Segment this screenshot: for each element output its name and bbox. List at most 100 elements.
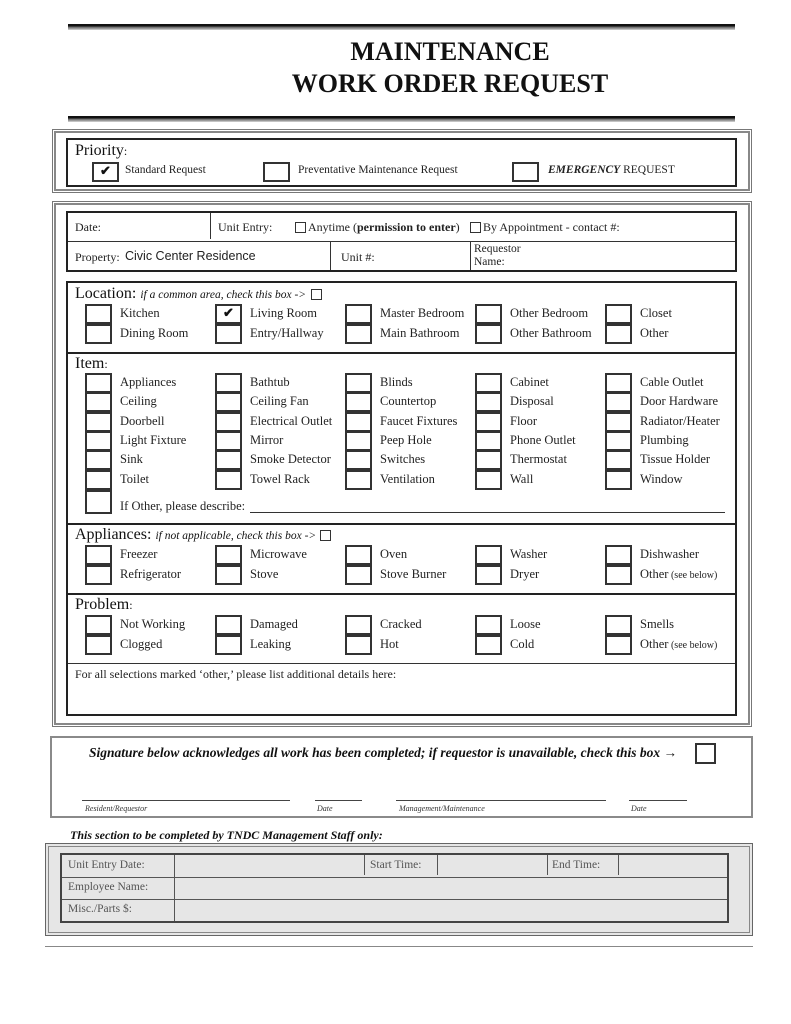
item-blinds-checkbox[interactable] <box>345 373 372 393</box>
preventative-maintenance-label: Preventative Maintenance Request <box>298 164 458 176</box>
management-signature-line[interactable] <box>396 800 606 801</box>
problem-smells-checkbox[interactable] <box>605 615 632 635</box>
additional-details-input[interactable] <box>70 683 733 712</box>
appliance-oven-label: Oven <box>380 547 408 561</box>
item-window-checkbox[interactable] <box>605 469 632 490</box>
item-toilet-checkbox[interactable] <box>85 469 112 490</box>
appliance-stove-burner-checkbox[interactable] <box>345 564 372 585</box>
appliances-not-applicable-checkbox[interactable] <box>320 530 331 541</box>
requestor-unavailable-checkbox[interactable] <box>695 743 716 764</box>
appliance-refrigerator-checkbox[interactable] <box>85 564 112 585</box>
problem-loose-checkbox[interactable] <box>475 615 502 635</box>
location-main-bathroom-label: Main Bathroom <box>380 325 460 340</box>
standard-request-checkbox[interactable]: ✔ <box>92 162 119 182</box>
unit-number-label: Unit #: <box>341 250 375 264</box>
management-date-line[interactable] <box>629 800 687 801</box>
item-peep-hole-checkbox[interactable] <box>345 430 372 451</box>
item-other-checkbox[interactable] <box>85 490 112 514</box>
problem-leaking-checkbox[interactable] <box>215 634 242 655</box>
item-faucet-fixtures-checkbox[interactable] <box>345 411 372 432</box>
emergency-request-checkbox[interactable] <box>512 162 539 182</box>
location-closet-checkbox[interactable] <box>605 304 632 324</box>
item-sink-label: Sink <box>120 452 143 467</box>
location-entry-hallway-checkbox[interactable] <box>215 323 242 344</box>
item-thermostat-checkbox[interactable] <box>475 450 502 471</box>
item-electrical-outlet-checkbox[interactable] <box>215 411 242 432</box>
item-door-hardware-checkbox[interactable] <box>605 392 632 413</box>
item-wall-checkbox[interactable] <box>475 469 502 490</box>
management-table: Unit Entry Date: Start Time: End Time: E… <box>60 853 729 923</box>
item-bathtub-checkbox[interactable] <box>215 373 242 393</box>
appliance-stove-checkbox[interactable] <box>215 564 242 585</box>
item-mirror-checkbox[interactable] <box>215 430 242 451</box>
location-living-room-checkbox[interactable]: ✔ <box>215 304 242 324</box>
item-toilet-label: Toilet <box>120 471 149 486</box>
location-dining-room-checkbox[interactable] <box>85 323 112 344</box>
common-area-checkbox[interactable] <box>311 289 322 300</box>
problem-clogged-checkbox[interactable] <box>85 634 112 655</box>
item-switches-checkbox[interactable] <box>345 450 372 471</box>
location-main-bathroom-checkbox[interactable] <box>345 323 372 344</box>
appliance-dishwasher-checkbox[interactable] <box>605 545 632 565</box>
misc-parts-input[interactable] <box>175 900 727 921</box>
item-sink-checkbox[interactable] <box>85 450 112 471</box>
appliance-oven-checkbox[interactable] <box>345 545 372 565</box>
resident-date-line[interactable] <box>315 800 362 801</box>
problem-other-checkbox[interactable] <box>605 634 632 655</box>
item-ceiling-fan-checkbox[interactable] <box>215 392 242 413</box>
appliance-other-checkbox[interactable] <box>605 564 632 585</box>
appliance-dishwasher-label: Dishwasher <box>640 547 700 561</box>
appliance-dryer-checkbox[interactable] <box>475 564 502 585</box>
location-dining-room-label: Dining Room <box>120 325 189 340</box>
item-ventilation-checkbox[interactable] <box>345 469 372 490</box>
item-tissue-holder-checkbox[interactable] <box>605 450 632 471</box>
employee-name-input[interactable] <box>175 878 727 899</box>
problem-cracked-checkbox[interactable] <box>345 615 372 635</box>
problem-hot-checkbox[interactable] <box>345 634 372 655</box>
property-value[interactable]: Civic Center Residence <box>125 249 256 263</box>
location-other-checkbox[interactable] <box>605 323 632 344</box>
by-appointment-checkbox[interactable] <box>470 222 481 233</box>
item-cabinet-checkbox[interactable] <box>475 373 502 393</box>
problem-cold-checkbox[interactable] <box>475 634 502 655</box>
appliance-microwave-checkbox[interactable] <box>215 545 242 565</box>
unit-entry-date-input[interactable] <box>175 855 364 877</box>
appliance-washer-checkbox[interactable] <box>475 545 502 565</box>
location-other-bedroom-checkbox[interactable] <box>475 304 502 324</box>
end-time-label: End Time: <box>552 859 601 871</box>
item-appliances-checkbox[interactable] <box>85 373 112 393</box>
item-doorbell-checkbox[interactable] <box>85 411 112 432</box>
problem-hot-label: Hot <box>380 636 399 651</box>
item-disposal-checkbox[interactable] <box>475 392 502 413</box>
item-cable-outlet-checkbox[interactable] <box>605 373 632 393</box>
location-master-bedroom-checkbox[interactable] <box>345 304 372 324</box>
item-radiator-heater-checkbox[interactable] <box>605 411 632 432</box>
item-towel-rack-checkbox[interactable] <box>215 469 242 490</box>
item-light-fixture-checkbox[interactable] <box>85 430 112 451</box>
item-floor-checkbox[interactable] <box>475 411 502 432</box>
item-ceiling-checkbox[interactable] <box>85 392 112 413</box>
problem-smells-label: Smells <box>640 617 675 631</box>
item-doorbell-label: Doorbell <box>120 413 165 428</box>
mgmt-col-divider <box>364 855 365 875</box>
location-other-bathroom-checkbox[interactable] <box>475 323 502 344</box>
problem-damaged-checkbox[interactable] <box>215 615 242 635</box>
item-phone-outlet-checkbox[interactable] <box>475 430 502 451</box>
preventative-maintenance-checkbox[interactable] <box>263 162 290 182</box>
problem-not-working-checkbox[interactable] <box>85 615 112 635</box>
item-smoke-detector-checkbox[interactable] <box>215 450 242 471</box>
item-other-input[interactable] <box>250 512 725 513</box>
resident-signature-line[interactable] <box>82 800 290 801</box>
item-plumbing-checkbox[interactable] <box>605 430 632 451</box>
appliance-microwave-label: Microwave <box>250 547 307 561</box>
end-time-input[interactable] <box>619 855 727 877</box>
anytime-checkbox[interactable] <box>295 222 306 233</box>
appliance-refrigerator-label: Refrigerator <box>120 566 182 581</box>
appliances-label: Appliances: if not applicable, check thi… <box>75 526 317 543</box>
problem-loose-label: Loose <box>510 617 541 631</box>
item-countertop-checkbox[interactable] <box>345 392 372 413</box>
appliance-freezer-checkbox[interactable] <box>85 545 112 565</box>
item-window-label: Window <box>640 471 683 486</box>
location-kitchen-checkbox[interactable] <box>85 304 112 324</box>
start-time-input[interactable] <box>438 855 547 877</box>
